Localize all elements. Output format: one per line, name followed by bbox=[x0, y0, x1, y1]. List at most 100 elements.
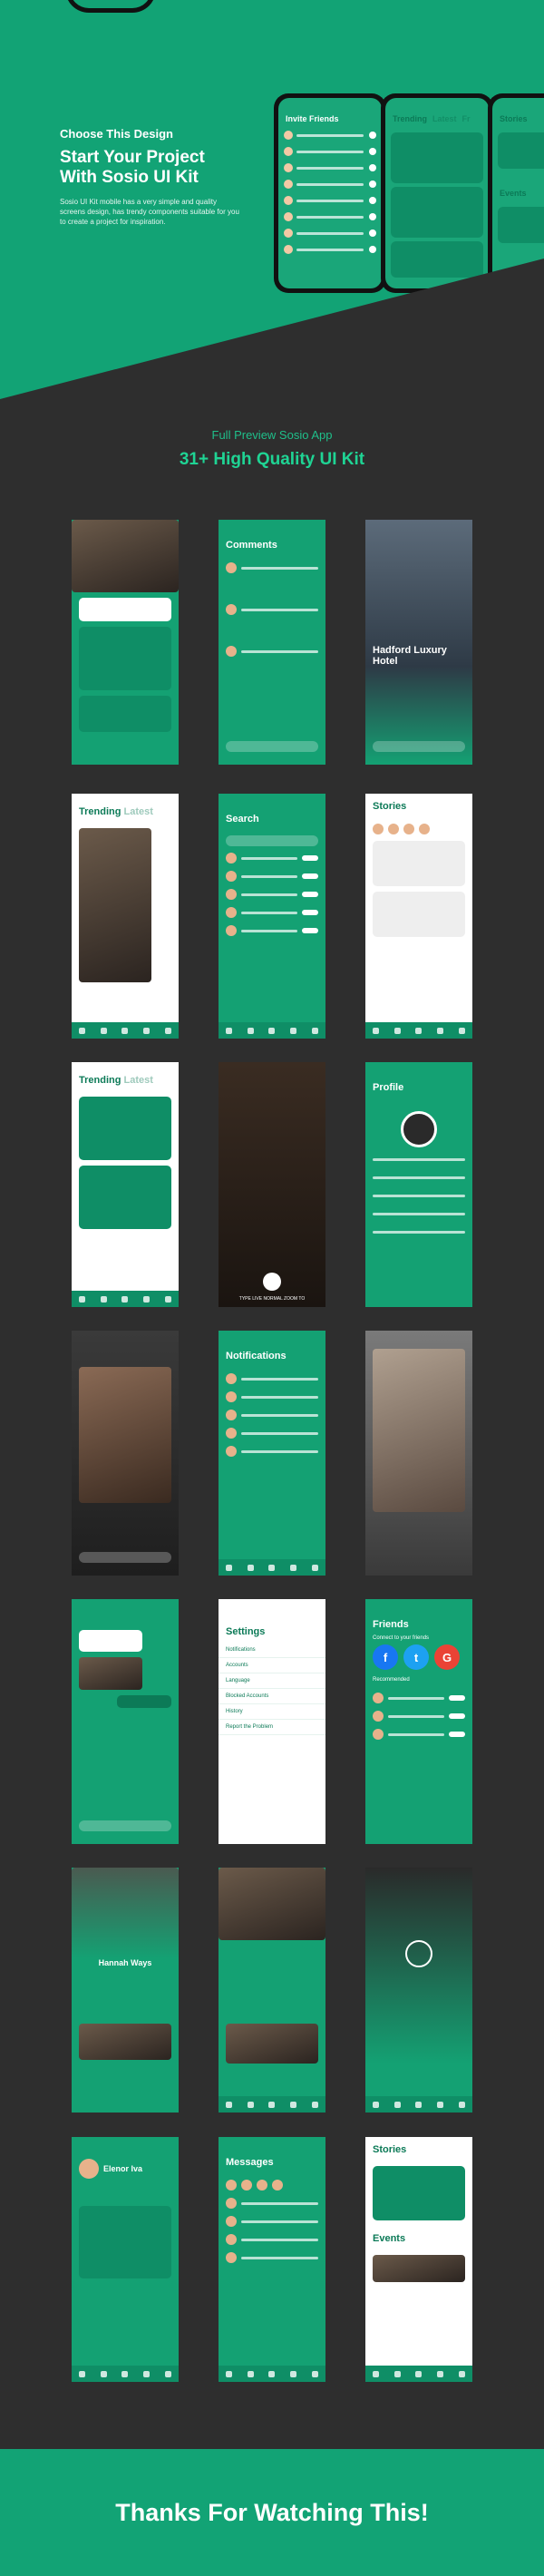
avatar bbox=[284, 131, 293, 140]
notification-row[interactable] bbox=[226, 1445, 318, 1458]
tab-friends[interactable]: Fr bbox=[462, 114, 471, 123]
story-card[interactable] bbox=[373, 2166, 465, 2220]
tab-latest[interactable]: Latest bbox=[124, 1075, 153, 1086]
photos-row[interactable] bbox=[79, 2024, 171, 2060]
invite-button[interactable] bbox=[369, 229, 376, 237]
invite-row bbox=[284, 210, 376, 223]
message-row[interactable] bbox=[226, 2197, 318, 2210]
invite-button[interactable] bbox=[369, 164, 376, 171]
bottom-nav bbox=[219, 2096, 325, 2113]
settings-item-accounts[interactable]: Accounts bbox=[219, 1658, 325, 1673]
profile-avatar[interactable] bbox=[401, 1111, 437, 1147]
settings-item-language[interactable]: Language bbox=[219, 1673, 325, 1689]
profile-field bbox=[373, 1153, 465, 1166]
notification-row[interactable] bbox=[226, 1390, 318, 1403]
message-input[interactable] bbox=[79, 1820, 171, 1831]
story-avatars[interactable] bbox=[373, 823, 465, 835]
settings-item-history[interactable]: History bbox=[219, 1704, 325, 1720]
google-icon[interactable]: G bbox=[434, 1644, 460, 1670]
tab-trending[interactable]: Trending bbox=[79, 806, 121, 817]
screen-profile-posts: Elenor Iva bbox=[72, 2137, 179, 2382]
invite-button[interactable] bbox=[369, 181, 376, 188]
facebook-icon[interactable]: f bbox=[373, 1644, 398, 1670]
comments-title: Comments bbox=[226, 540, 277, 551]
search-result[interactable] bbox=[226, 852, 318, 864]
message-row[interactable] bbox=[226, 2215, 318, 2228]
avatar bbox=[284, 229, 293, 238]
invite-button[interactable] bbox=[369, 148, 376, 155]
screen-search: Search bbox=[219, 794, 325, 1039]
notification-row[interactable] bbox=[226, 1372, 318, 1385]
notifications-title: Notifications bbox=[226, 1351, 287, 1361]
notification-row[interactable] bbox=[226, 1409, 318, 1421]
photos-row[interactable] bbox=[226, 2024, 318, 2064]
post-card[interactable] bbox=[391, 187, 483, 238]
shutter-button[interactable] bbox=[263, 1273, 281, 1291]
comment-text bbox=[226, 580, 318, 598]
status-bar bbox=[219, 520, 325, 532]
invite-screen: Invite Friends bbox=[278, 98, 382, 288]
settings-title: Settings bbox=[226, 1626, 266, 1637]
invite-button[interactable] bbox=[369, 246, 376, 253]
tab-latest[interactable]: Latest bbox=[124, 806, 153, 817]
trending-tabs: Trending Latest Fr bbox=[385, 98, 489, 129]
post-card[interactable] bbox=[79, 1166, 171, 1229]
notification-row[interactable] bbox=[226, 1427, 318, 1439]
hero-kicker: Choose This Design bbox=[60, 127, 173, 141]
post-card[interactable] bbox=[79, 627, 171, 690]
trending-food-photo[interactable] bbox=[79, 828, 151, 982]
friend-row[interactable] bbox=[373, 1728, 465, 1741]
events-row[interactable] bbox=[373, 2255, 465, 2282]
bottom-nav bbox=[72, 1022, 179, 1039]
story-post[interactable] bbox=[373, 892, 465, 937]
screen-notifications: Notifications bbox=[219, 1331, 325, 1576]
friend-row[interactable] bbox=[373, 1692, 465, 1704]
screen-user-stories bbox=[365, 1331, 472, 1576]
camera-modes[interactable]: TYPE LIVE NORMAL ZOOM TO bbox=[219, 1296, 325, 1302]
profile-title: Profile bbox=[373, 1082, 404, 1093]
settings-item-report[interactable]: Report the Problem bbox=[219, 1720, 325, 1735]
stats-row bbox=[226, 1946, 318, 1967]
twitter-icon[interactable]: t bbox=[403, 1644, 429, 1670]
invite-button[interactable] bbox=[369, 197, 376, 204]
invite-button[interactable] bbox=[369, 132, 376, 139]
post-card[interactable] bbox=[391, 241, 483, 278]
bottom-nav bbox=[219, 1022, 325, 1039]
story-post[interactable] bbox=[373, 841, 465, 886]
tab-trending[interactable]: Trending bbox=[79, 1075, 121, 1086]
live-comment-input[interactable] bbox=[79, 1552, 171, 1563]
post-card[interactable] bbox=[79, 696, 171, 732]
tab-trending[interactable]: Trending bbox=[393, 114, 427, 123]
status-bar bbox=[365, 1062, 472, 1075]
post-card[interactable] bbox=[79, 2206, 171, 2278]
invite-button[interactable] bbox=[369, 213, 376, 220]
message-row[interactable] bbox=[226, 2233, 318, 2246]
search-input[interactable] bbox=[226, 835, 318, 846]
friend-row[interactable] bbox=[373, 1710, 465, 1722]
chat-image[interactable] bbox=[79, 1657, 142, 1690]
user-cover bbox=[72, 1868, 179, 1958]
profile-field bbox=[373, 1225, 465, 1238]
search-result[interactable] bbox=[226, 870, 318, 883]
settings-item-notifications[interactable]: Notifications bbox=[219, 1643, 325, 1658]
events-card[interactable] bbox=[498, 207, 544, 243]
search-result[interactable] bbox=[226, 924, 318, 937]
friends-title: Friends bbox=[373, 1619, 409, 1630]
online-avatars[interactable] bbox=[226, 2179, 318, 2191]
profile-field bbox=[373, 1189, 465, 1202]
message-row[interactable] bbox=[226, 2251, 318, 2264]
search-result[interactable] bbox=[226, 906, 318, 919]
search-result[interactable] bbox=[226, 888, 318, 901]
profile-name: Elenor Iva bbox=[103, 2164, 143, 2173]
settings-item-blocked[interactable]: Blocked Accounts bbox=[219, 1689, 325, 1704]
stories-screen: Stories Events bbox=[492, 98, 544, 288]
message-input[interactable] bbox=[373, 741, 465, 752]
post-card[interactable] bbox=[391, 132, 483, 183]
tab-latest[interactable]: Latest bbox=[432, 114, 457, 123]
messages-title: Messages bbox=[226, 2157, 274, 2168]
stories-card[interactable] bbox=[498, 132, 544, 169]
search-title: Search bbox=[226, 814, 259, 825]
comment-input[interactable] bbox=[226, 741, 318, 752]
post-card[interactable] bbox=[79, 1097, 171, 1160]
play-icon[interactable] bbox=[405, 1940, 432, 1967]
